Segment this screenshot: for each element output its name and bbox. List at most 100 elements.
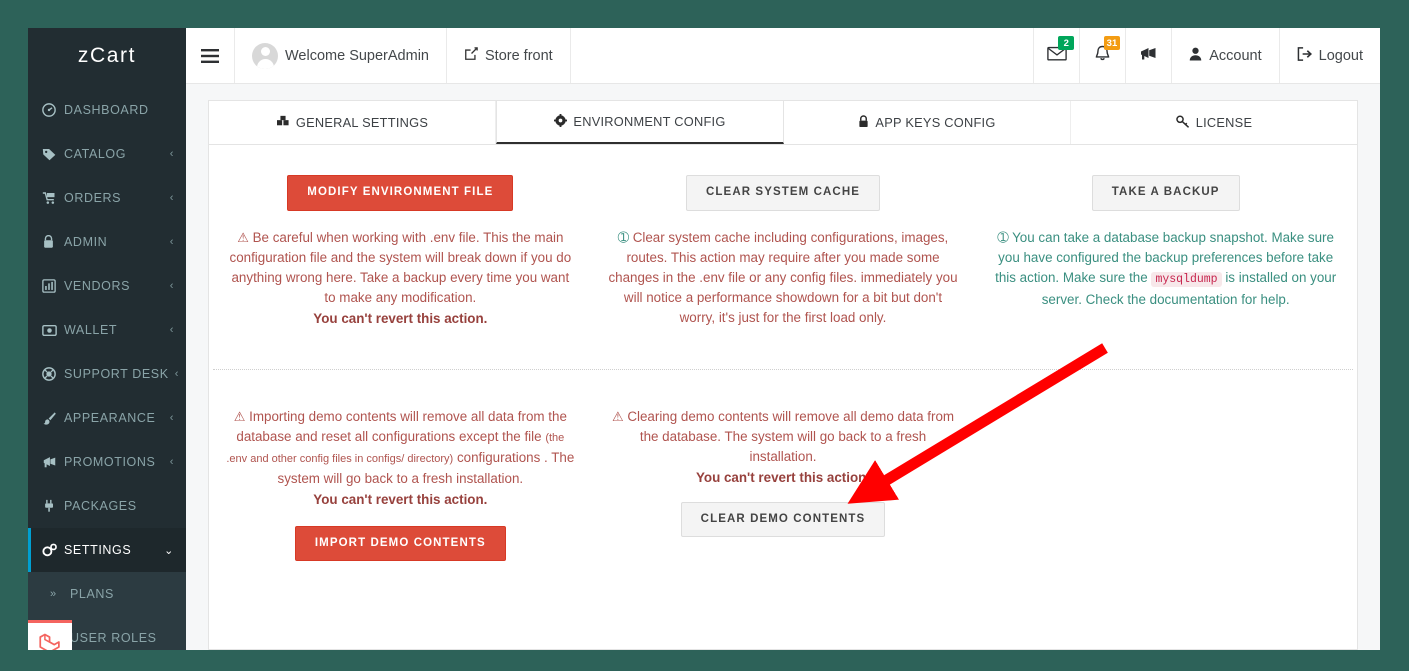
tag-icon (42, 147, 64, 161)
external-link-icon (464, 47, 478, 65)
logout-label: Logout (1319, 48, 1363, 64)
tab-general-settings[interactable]: GENERAL SETTINGS (209, 101, 496, 144)
messages-badge: 2 (1058, 36, 1074, 50)
chevron-left-icon: ‹ (170, 280, 174, 292)
brand-logo[interactable]: zCart (28, 28, 186, 84)
chevron-left-icon: ‹ (170, 192, 174, 204)
tab-label: APP KEYS CONFIG (875, 115, 995, 130)
cart-icon (42, 191, 64, 205)
sidebar-item-label: APPEARANCE (64, 411, 164, 425)
modify-env-panel: MODIFY ENVIRONMENT FILE ⚠ Be careful whe… (209, 175, 592, 329)
welcome-user[interactable]: Welcome SuperAdmin (234, 28, 446, 83)
clear-system-cache-button[interactable]: CLEAR SYSTEM CACHE (686, 175, 880, 211)
import-demo-text-before: Importing demo contents will remove all … (236, 409, 567, 444)
import-demo-help: ⚠ Importing demo contents will remove al… (225, 407, 576, 510)
sidebar-item-label: SETTINGS (64, 543, 158, 557)
info-icon: ➀ (618, 230, 629, 245)
chevron-left-icon: ‹ (170, 324, 174, 336)
sidebar-item-label: PACKAGES (64, 499, 168, 513)
sidebar-subitem-label: PLANS (70, 587, 114, 601)
sidebar-item-wallet[interactable]: WALLET ‹ (28, 308, 186, 352)
notifications-button[interactable]: 31 (1079, 28, 1125, 83)
take-backup-help: ➀ You can take a database backup snapsho… (990, 228, 1341, 310)
tab-label: ENVIRONMENT CONFIG (573, 114, 725, 129)
sidebar-item-label: CATALOG (64, 147, 164, 161)
info-icon: ➀ (997, 230, 1008, 245)
gears-icon (42, 543, 64, 557)
key-icon (1176, 115, 1190, 131)
sidebar-item-packages[interactable]: PACKAGES (28, 484, 186, 528)
modify-env-emphasis: You can't revert this action. (225, 309, 576, 329)
plug-icon (42, 499, 64, 513)
sidebar-item-label: DASHBOARD (64, 103, 168, 117)
take-a-backup-button[interactable]: TAKE A BACKUP (1092, 175, 1240, 211)
account-label: Account (1209, 48, 1261, 64)
clear-demo-contents-button[interactable]: CLEAR DEMO CONTENTS (681, 502, 886, 538)
empty-column (974, 390, 1357, 562)
sidebar-item-orders[interactable]: ORDERS ‹ (28, 176, 186, 220)
import-demo-panel: ⚠ Importing demo contents will remove al… (209, 390, 592, 562)
navbar-spacer (570, 28, 1034, 83)
sidebar-item-admin[interactable]: ADMIN ‹ (28, 220, 186, 264)
sidebar-item-settings[interactable]: SETTINGS ⌄ (28, 528, 186, 572)
megaphone-icon (1139, 46, 1158, 66)
messages-button[interactable]: 2 (1033, 28, 1079, 83)
chevron-left-icon: ‹ (170, 148, 174, 160)
laravel-logo-icon[interactable] (28, 620, 72, 650)
warning-icon: ⚠ (237, 230, 249, 245)
modify-env-help: ⚠ Be careful when working with .env file… (225, 228, 576, 329)
hamburger-icon[interactable] (186, 28, 234, 83)
account-menu[interactable]: Account (1171, 28, 1278, 83)
sidebar-item-vendors[interactable]: VENDORS ‹ (28, 264, 186, 308)
env-actions-row: MODIFY ENVIRONMENT FILE ⚠ Be careful whe… (209, 145, 1357, 369)
user-icon (1189, 47, 1202, 65)
admin-app-window: zCart DASHBOARD CATALOG ‹ OR (28, 28, 1380, 650)
clear-cache-help-text: Clear system cache including configurati… (608, 230, 957, 325)
logout-button[interactable]: Logout (1279, 28, 1380, 83)
wallet-icon (42, 324, 64, 337)
sidebar-subitem-plans[interactable]: » PLANS (28, 572, 186, 616)
sidebar: zCart DASHBOARD CATALOG ‹ OR (28, 28, 186, 650)
avatar (252, 43, 278, 69)
tab-app-keys-config[interactable]: APP KEYS CONFIG (784, 101, 1071, 144)
gear-icon (554, 114, 567, 130)
mysqldump-code: mysqldump (1151, 272, 1221, 287)
warning-icon: ⚠ (234, 409, 246, 424)
clear-demo-help: ⚠ Clearing demo contents will remove all… (608, 407, 959, 488)
import-demo-contents-button[interactable]: IMPORT DEMO CONTENTS (295, 526, 506, 562)
sidebar-item-label: WALLET (64, 323, 164, 337)
sidebar-item-appearance[interactable]: APPEARANCE ‹ (28, 396, 186, 440)
sidebar-item-promotions[interactable]: PROMOTIONS ‹ (28, 440, 186, 484)
lock-user-icon (42, 235, 64, 249)
settings-tabs: GENERAL SETTINGS ENVIRONMENT CONFIG APP … (209, 101, 1357, 145)
sidebar-nav: DASHBOARD CATALOG ‹ ORDERS ‹ (28, 84, 186, 650)
clear-cache-help: ➀ Clear system cache including configura… (608, 228, 959, 328)
sidebar-item-dashboard[interactable]: DASHBOARD (28, 88, 186, 132)
megaphone-icon (42, 455, 64, 469)
clear-demo-panel: ⚠ Clearing demo contents will remove all… (592, 390, 975, 562)
lifebuoy-icon (42, 367, 64, 381)
warning-icon: ⚠ (612, 409, 624, 424)
settings-panel: GENERAL SETTINGS ENVIRONMENT CONFIG APP … (208, 100, 1358, 650)
tab-environment-config[interactable]: ENVIRONMENT CONFIG (496, 101, 784, 144)
lock-icon (858, 115, 869, 131)
chevron-left-icon: ‹ (175, 368, 179, 380)
announcements-button[interactable] (1125, 28, 1171, 83)
store-front-link[interactable]: Store front (446, 28, 570, 83)
chevron-down-icon: ⌄ (164, 544, 174, 557)
dashboard-icon (42, 103, 64, 117)
modify-env-help-text: Be careful when working with .env file. … (230, 230, 572, 305)
sidebar-item-label: SUPPORT DESK (64, 367, 169, 381)
sidebar-item-label: PROMOTIONS (64, 455, 164, 469)
modify-environment-file-button[interactable]: MODIFY ENVIRONMENT FILE (287, 175, 513, 211)
sidebar-item-catalog[interactable]: CATALOG ‹ (28, 132, 186, 176)
import-demo-emphasis: You can't revert this action. (225, 490, 576, 510)
sign-out-icon (1297, 47, 1312, 65)
chevron-left-icon: ‹ (170, 412, 174, 424)
sidebar-item-label: ADMIN (64, 235, 164, 249)
welcome-label: Welcome SuperAdmin (285, 48, 429, 64)
sidebar-item-support-desk[interactable]: SUPPORT DESK ‹ (28, 352, 186, 396)
tab-license[interactable]: LICENSE (1071, 101, 1357, 144)
clear-demo-help-text: Clearing demo contents will remove all d… (627, 409, 954, 464)
cubes-icon (276, 115, 290, 130)
